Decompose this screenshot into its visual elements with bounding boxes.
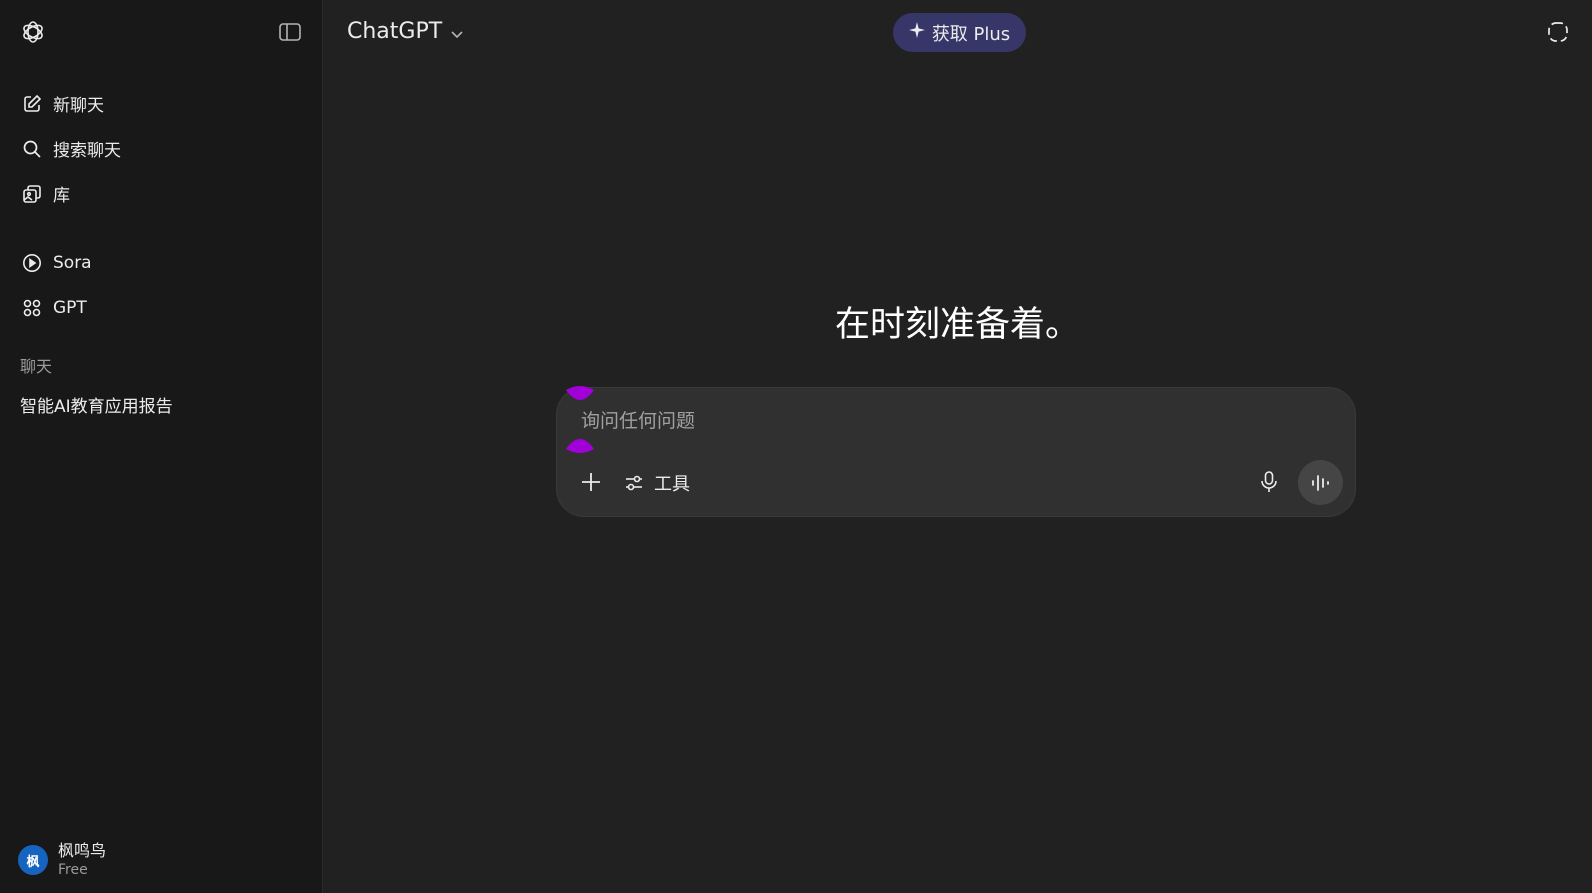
sidebar-nav-primary: 新聊天 搜索聊天 库 bbox=[0, 81, 322, 216]
tools-label: 工具 bbox=[654, 474, 690, 495]
app-window: 新聊天 搜索聊天 库 Sora GPT 聊天 智能AI教育应用报告 枫 枫鸣鸟 … bbox=[0, 0, 1592, 893]
grid-icon bbox=[20, 296, 44, 320]
temporary-chat-icon[interactable] bbox=[1544, 18, 1572, 46]
sidebar-item-new-chat[interactable]: 新聊天 bbox=[0, 81, 322, 126]
model-selector[interactable]: ChatGPT bbox=[347, 17, 464, 45]
sidebar-toggle-icon[interactable] bbox=[276, 18, 304, 46]
cursor-marker-icon bbox=[566, 439, 594, 453]
cursor-marker-icon bbox=[566, 386, 594, 400]
sidebar-item-search-chats[interactable]: 搜索聊天 bbox=[0, 126, 322, 171]
avatar: 枫 bbox=[18, 845, 48, 875]
page-headline: 在时刻准备着。 bbox=[834, 305, 1080, 345]
add-attachment-icon[interactable] bbox=[577, 468, 605, 496]
chat-composer: 工具 bbox=[556, 386, 1356, 517]
openai-logo-icon[interactable] bbox=[19, 18, 47, 46]
prompt-input[interactable] bbox=[581, 406, 1321, 436]
sidebar-item-label: 库 bbox=[53, 186, 70, 206]
sidebar-item-sora[interactable]: Sora bbox=[0, 240, 322, 285]
sidebar-header bbox=[0, 0, 322, 64]
sliders-icon bbox=[624, 473, 644, 493]
get-plus-button[interactable]: 获取 Plus bbox=[893, 13, 1026, 52]
sidebar: 新聊天 搜索聊天 库 Sora GPT 聊天 智能AI教育应用报告 枫 枫鸣鸟 … bbox=[0, 0, 323, 893]
sidebar-item-library[interactable]: 库 bbox=[0, 171, 322, 216]
chats-section-label: 聊天 bbox=[20, 357, 53, 376]
voice-mode-button[interactable] bbox=[1298, 460, 1343, 505]
chat-history-item[interactable]: 智能AI教育应用报告 bbox=[0, 388, 322, 426]
search-icon bbox=[20, 137, 44, 161]
user-profile[interactable]: 枫 枫鸣鸟 Free bbox=[18, 841, 106, 879]
chevron-down-icon bbox=[450, 20, 464, 45]
user-name: 枫鸣鸟 bbox=[58, 841, 107, 860]
user-info: 枫鸣鸟 Free bbox=[58, 841, 106, 879]
microphone-icon[interactable] bbox=[1255, 468, 1283, 496]
user-plan: Free bbox=[58, 862, 88, 878]
new-chat-icon bbox=[20, 92, 44, 116]
sidebar-nav-secondary: Sora GPT bbox=[0, 240, 322, 330]
library-icon bbox=[20, 182, 44, 206]
sidebar-item-label: Sora bbox=[53, 252, 92, 273]
play-circle-icon bbox=[20, 251, 44, 275]
sidebar-item-label: GPT bbox=[53, 297, 87, 318]
waveform-icon bbox=[1311, 474, 1329, 491]
sparkle-icon bbox=[908, 22, 925, 43]
main-area: ChatGPT 获取 Plus 在时刻准备着。 询问任何问题 工具 bbox=[323, 0, 1592, 893]
model-name: ChatGPT bbox=[347, 18, 443, 44]
get-plus-label: 获取 Plus bbox=[931, 23, 1011, 45]
sidebar-item-label: 搜索聊天 bbox=[53, 141, 121, 161]
sidebar-item-label: 新聊天 bbox=[53, 96, 104, 116]
sidebar-item-gpt[interactable]: GPT bbox=[0, 285, 322, 330]
tools-button[interactable]: 工具 bbox=[624, 468, 690, 498]
